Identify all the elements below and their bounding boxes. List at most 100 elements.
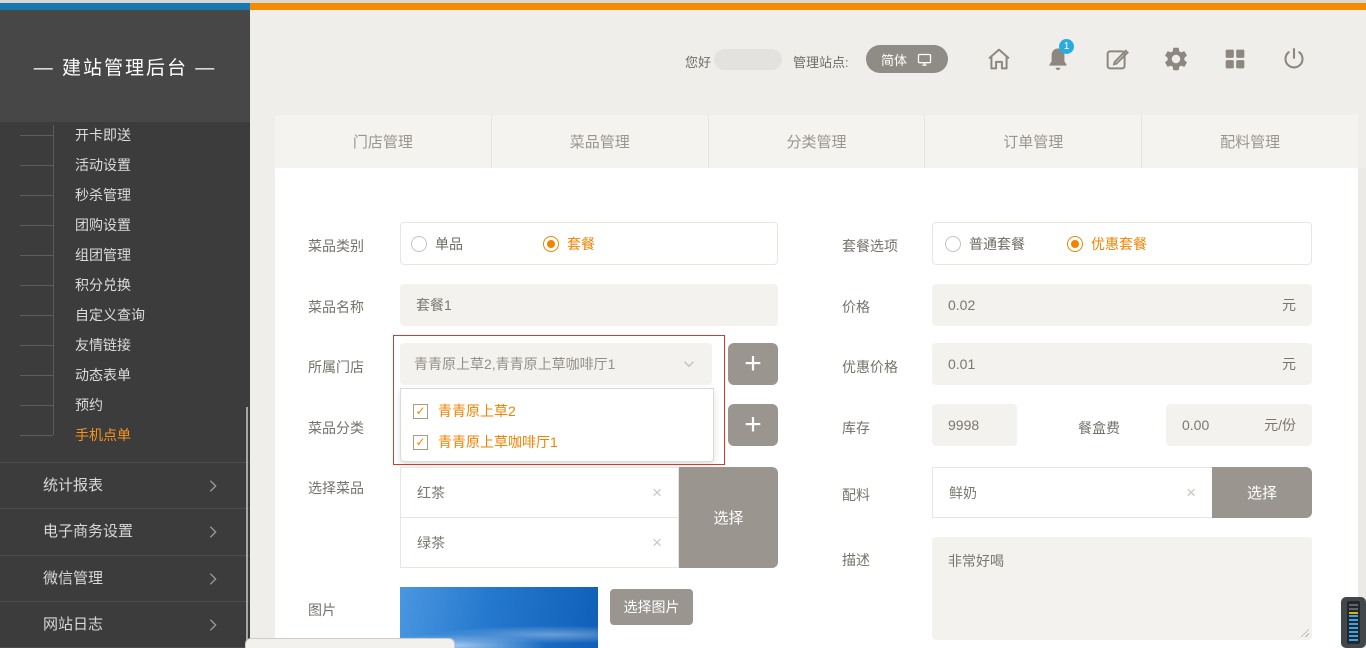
select-dish-button[interactable]: 选择 <box>679 467 778 568</box>
sidebar-item-links[interactable]: 友情链接 <box>75 330 131 360</box>
selected-dish-row: 绿茶 × <box>400 517 679 568</box>
home-button[interactable] <box>985 45 1013 73</box>
add-store-button[interactable]: + <box>728 343 778 385</box>
chevron-down-icon <box>680 355 698 373</box>
select-image-button[interactable]: 选择图片 <box>610 589 693 625</box>
topbar-orange-strip <box>250 3 1366 10</box>
add-category-button[interactable]: + <box>728 404 778 446</box>
sidebar-section-wechat[interactable]: 微信管理 <box>0 555 250 601</box>
button-label: 选择 <box>713 507 743 528</box>
sidebar-section-stats[interactable]: 统计报表 <box>0 462 250 508</box>
radio-single-dish[interactable]: 单品 <box>411 234 463 254</box>
sidebar-item-mobile-order[interactable]: 手机点单 <box>75 420 131 450</box>
radio-combo-dish[interactable]: 套餐 <box>543 234 595 254</box>
grid-icon <box>1221 45 1249 73</box>
tab-ingredient-management[interactable]: 配料管理 <box>1142 115 1358 168</box>
store-option-1[interactable]: ✓ 青青原上草2 <box>413 401 516 421</box>
price-input[interactable]: 0.02 元 <box>932 284 1312 326</box>
section-label: 微信管理 <box>43 570 103 587</box>
close-icon[interactable]: × <box>1186 484 1196 501</box>
tab-category-management[interactable]: 分类管理 <box>709 115 926 168</box>
notifications-button[interactable]: 1 <box>1044 45 1072 73</box>
selected-dish-row: 红茶 × <box>400 467 679 518</box>
sidebar-section-ecommerce[interactable]: 电子商务设置 <box>0 508 250 554</box>
check-icon: ✓ <box>415 404 425 418</box>
ingredient-input[interactable]: 鲜奶 × <box>932 467 1213 518</box>
sidebar-item-booking[interactable]: 预约 <box>75 390 103 420</box>
box-fee-input[interactable]: 0.00 元/份 <box>1166 404 1312 446</box>
chevron-right-icon <box>205 478 221 494</box>
sidebar-section-sitelog[interactable]: 网站日志 <box>0 601 250 648</box>
close-icon[interactable]: × <box>652 484 662 501</box>
section-label: 电子商务设置 <box>43 523 133 540</box>
dish-category-label: 菜品分类 <box>308 418 364 438</box>
gear-icon <box>1162 45 1190 73</box>
store-dropdown: ✓ 青青原上草2 ✓ 青青原上草咖啡厅1 <box>400 388 714 462</box>
screen: — 建站管理后台 — 开卡即送 活动设置 秒杀管理 团购设置 组团管理 积分兑换… <box>0 0 1366 648</box>
sidebar-item-groups[interactable]: 组团管理 <box>75 240 131 270</box>
dish-name-value: 套餐1 <box>416 295 452 315</box>
sidebar-item-custom-query[interactable]: 自定义查询 <box>75 300 145 330</box>
store-option-label: 青青原上草2 <box>438 401 516 421</box>
radio-normal-combo[interactable]: 普通套餐 <box>945 234 1025 254</box>
price-label: 价格 <box>842 297 870 317</box>
power-icon <box>1280 45 1308 73</box>
box-fee-value: 0.00 <box>1182 417 1209 433</box>
resize-handle-icon[interactable] <box>1299 627 1309 637</box>
discount-price-unit: 元 <box>1282 354 1296 374</box>
dish-name-label: 菜品名称 <box>308 297 364 317</box>
description-textarea[interactable]: 非常好喝 <box>932 537 1312 640</box>
radio-discount-combo[interactable]: 优惠套餐 <box>1067 234 1147 254</box>
tab-dish-management[interactable]: 菜品管理 <box>492 115 709 168</box>
edit-icon <box>1103 45 1131 73</box>
stock-value: 9998 <box>948 417 979 433</box>
store-option-2[interactable]: ✓ 青青原上草咖啡厅1 <box>413 432 558 452</box>
radio-label: 普通套餐 <box>969 234 1025 254</box>
sidebar-scrollbar[interactable] <box>246 407 248 648</box>
stock-input[interactable]: 9998 <box>932 404 1017 446</box>
widget-meter <box>1347 601 1360 644</box>
select-ingredient-button[interactable]: 选择 <box>1212 467 1312 518</box>
close-icon[interactable]: × <box>652 534 662 551</box>
language-label: 简体 <box>881 50 907 69</box>
radio-on-icon <box>543 236 559 252</box>
greeting-text: 您好 <box>685 52 711 71</box>
chevron-right-icon <box>205 617 221 633</box>
sidebar-item-points[interactable]: 积分兑换 <box>75 270 131 300</box>
sidebar-item-activity[interactable]: 活动设置 <box>75 150 131 180</box>
logout-button[interactable] <box>1280 45 1308 73</box>
radio-off-icon <box>411 236 427 252</box>
notification-badge: 1 <box>1059 39 1074 54</box>
dish-name-input[interactable]: 套餐1 <box>400 284 778 326</box>
home-icon <box>985 45 1013 73</box>
section-label: 统计报表 <box>43 477 103 494</box>
tab-order-management[interactable]: 订单管理 <box>925 115 1142 168</box>
description-value: 非常好喝 <box>948 553 1004 569</box>
store-option-label: 青青原上草咖啡厅1 <box>438 432 558 452</box>
sidebar-item-forms[interactable]: 动态表单 <box>75 360 131 390</box>
store-select[interactable]: 青青原上草2,青青原上草咖啡厅1 <box>400 343 712 385</box>
language-site-button[interactable]: 简体 <box>866 45 948 73</box>
page-scrollbar[interactable] <box>1358 168 1366 648</box>
discount-price-input[interactable]: 0.01 元 <box>932 343 1312 385</box>
plus-icon: + <box>744 410 762 440</box>
system-overlay-widget <box>1341 597 1366 648</box>
monitor-icon <box>916 51 933 68</box>
dish-item-value: 红茶 <box>417 483 445 503</box>
button-label: 选择图片 <box>624 597 680 617</box>
tab-store-management[interactable]: 门店管理 <box>275 115 492 168</box>
checkbox-checked-icon: ✓ <box>413 404 428 419</box>
radio-label: 优惠套餐 <box>1091 234 1147 254</box>
sidebar: — 建站管理后台 — 开卡即送 活动设置 秒杀管理 团购设置 组团管理 积分兑换… <box>0 10 250 648</box>
sidebar-item-card-gift[interactable]: 开卡即送 <box>75 120 131 150</box>
settings-button[interactable] <box>1162 45 1190 73</box>
stock-label: 库存 <box>842 418 870 438</box>
radio-off-icon <box>945 236 961 252</box>
box-fee-label: 餐盒费 <box>1078 418 1120 438</box>
checkbox-checked-icon: ✓ <box>413 435 428 450</box>
sidebar-item-seckill[interactable]: 秒杀管理 <box>75 180 131 210</box>
edit-button[interactable] <box>1103 45 1131 73</box>
combo-option-label: 套餐选项 <box>842 236 898 256</box>
sidebar-item-groupbuy[interactable]: 团购设置 <box>75 210 131 240</box>
apps-button[interactable] <box>1221 45 1249 73</box>
